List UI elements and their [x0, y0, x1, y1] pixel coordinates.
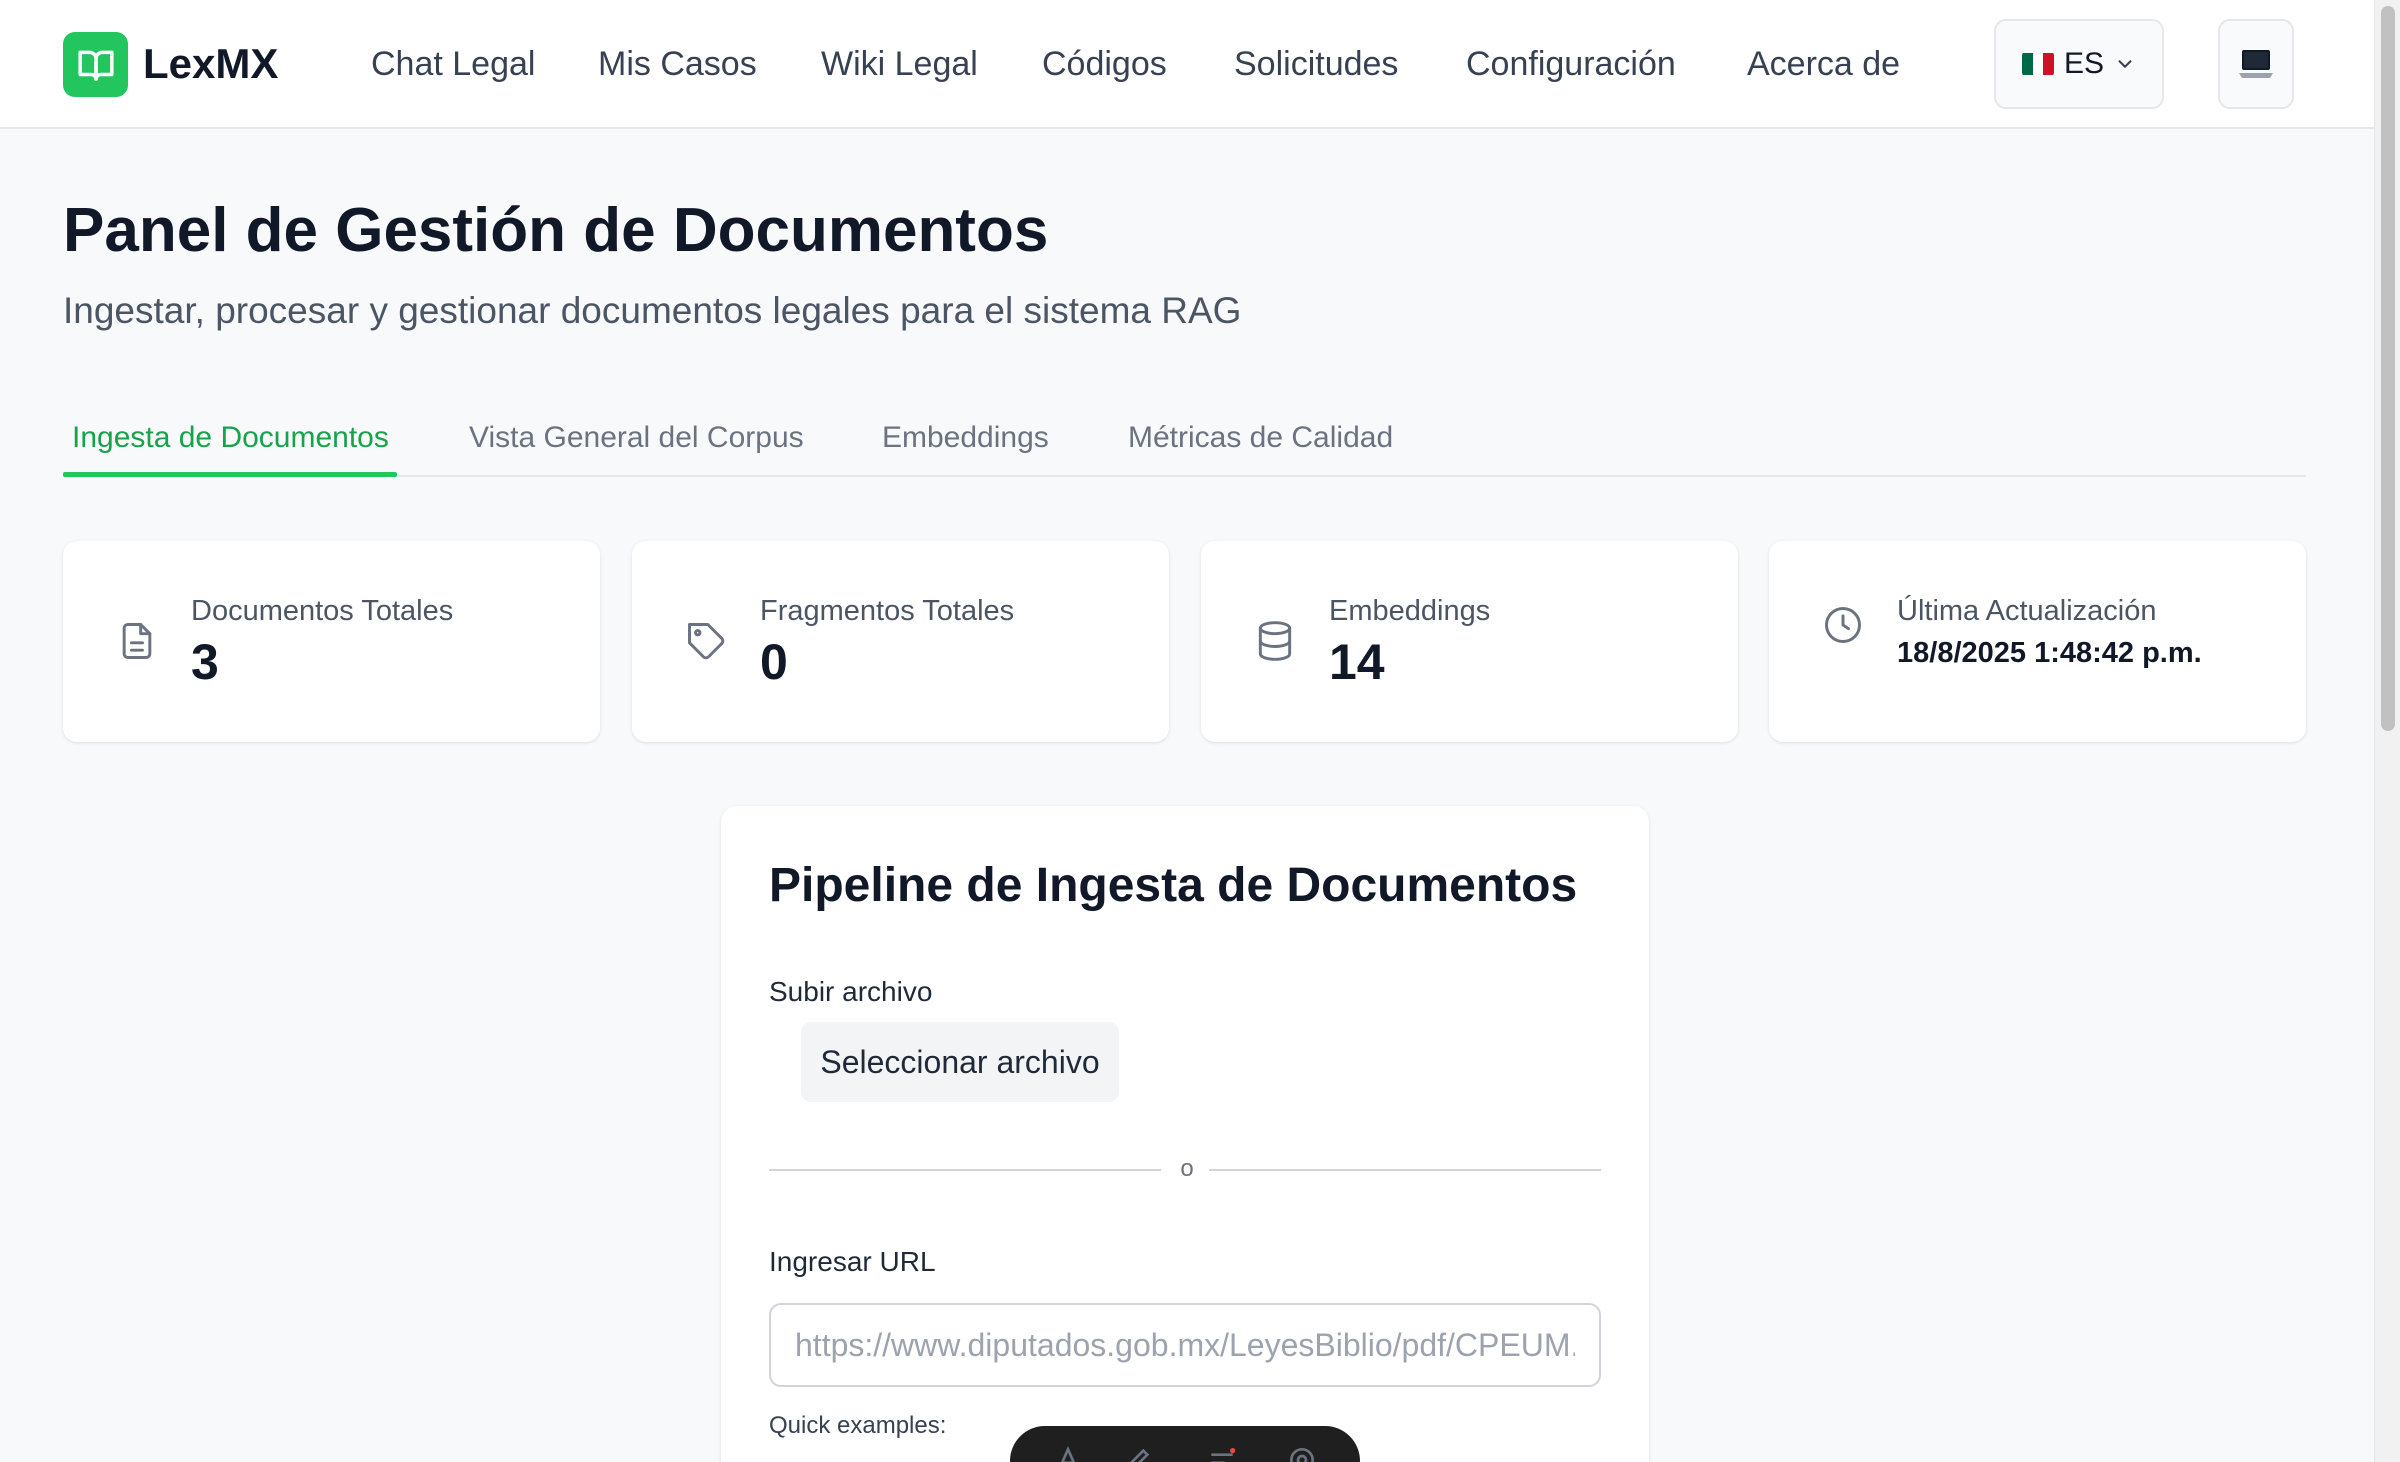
- divider-left: [769, 1169, 1161, 1171]
- app-name[interactable]: LexMX: [143, 36, 278, 92]
- menu-icon[interactable]: [1206, 1444, 1238, 1462]
- language-code: ES: [2063, 47, 2105, 80]
- nav-item-solicitudes[interactable]: Solicitudes: [1234, 40, 1398, 88]
- settings-icon[interactable]: [1286, 1444, 1318, 1462]
- url-input[interactable]: [769, 1303, 1601, 1387]
- language-selector[interactable]: ES: [1994, 19, 2164, 109]
- mexico-flag-icon: [2021, 53, 2054, 75]
- logo-book-icon[interactable]: [63, 32, 128, 97]
- stat-value: 18/8/2025 1:48:42 p.m.: [1897, 637, 2202, 669]
- tab-vista-general-corpus[interactable]: Vista General del Corpus: [469, 415, 804, 461]
- document-icon: [122, 623, 152, 659]
- pipeline-title: Pipeline de Ingesta de Documentos: [769, 859, 1578, 912]
- top-header: LexMX Chat Legal Mis Casos Wiki Legal Có…: [0, 0, 2374, 129]
- stat-label: Documentos Totales: [191, 595, 454, 627]
- nav-item-chat-legal[interactable]: Chat Legal: [371, 40, 535, 88]
- stat-value: 3: [191, 634, 219, 690]
- page-scrollbar[interactable]: [2374, 0, 2400, 1462]
- tab-ingesta-documentos[interactable]: Ingesta de Documentos: [72, 415, 389, 461]
- divider-right: [1209, 1169, 1601, 1171]
- tag-icon: [688, 623, 725, 660]
- stat-value: 14: [1329, 634, 1385, 690]
- stat-value: 0: [760, 634, 788, 690]
- chevron-down-icon: [2118, 60, 2132, 68]
- nav-item-wiki-legal[interactable]: Wiki Legal: [821, 40, 978, 88]
- stat-label: Última Actualización: [1897, 595, 2157, 627]
- tab-embeddings[interactable]: Embeddings: [882, 415, 1049, 461]
- url-label: Ingresar URL: [769, 1246, 936, 1277]
- scrollbar-thumb[interactable]: [2381, 6, 2395, 731]
- nav-item-configuracion[interactable]: Configuración: [1466, 40, 1676, 88]
- stat-label: Fragmentos Totales: [760, 595, 1015, 627]
- upload-file-label: Subir archivo: [769, 976, 933, 1007]
- laptop-icon: [2239, 50, 2273, 78]
- database-icon: [1258, 621, 1292, 661]
- page-title: Panel de Gestión de Documentos: [63, 196, 1049, 265]
- text-icon[interactable]: [1052, 1444, 1084, 1462]
- stat-card-fragmentos: Fragmentos Totales 0: [632, 541, 1169, 742]
- nav-item-codigos[interactable]: Códigos: [1042, 40, 1167, 88]
- active-tab-indicator: [63, 472, 397, 477]
- page-subtitle: Ingestar, procesar y gestionar documento…: [63, 290, 1242, 331]
- theme-toggle-button[interactable]: [2218, 19, 2294, 109]
- ingestion-pipeline-card: Pipeline de Ingesta de Documentos Subir …: [721, 806, 1649, 1462]
- nav-item-mis-casos[interactable]: Mis Casos: [598, 40, 757, 88]
- select-file-button[interactable]: Seleccionar archivo: [801, 1022, 1119, 1102]
- tab-metricas-calidad[interactable]: Métricas de Calidad: [1128, 415, 1393, 461]
- stat-label: Embeddings: [1329, 595, 1491, 627]
- stat-card-embeddings: Embeddings 14: [1201, 541, 1738, 742]
- floating-toolbar[interactable]: [1010, 1426, 1360, 1462]
- divider-or-text: o: [1180, 1155, 1194, 1182]
- pen-icon[interactable]: [1122, 1444, 1154, 1462]
- stat-card-documentos: Documentos Totales 3: [63, 541, 600, 742]
- stat-card-ultima-actualizacion: Última Actualización 18/8/2025 1:48:42 p…: [1769, 541, 2306, 742]
- clock-icon: [1825, 607, 1861, 643]
- quick-examples-label: Quick examples:: [769, 1412, 947, 1439]
- tabs-divider: [63, 475, 2306, 477]
- nav-item-acerca-de[interactable]: Acerca de: [1747, 40, 1900, 88]
